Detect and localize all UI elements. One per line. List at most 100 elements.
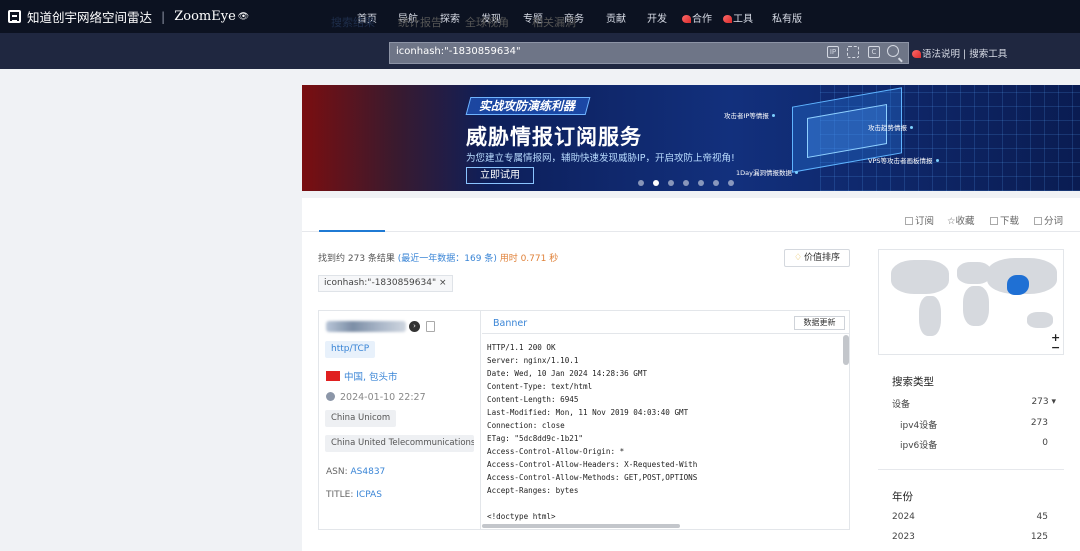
asn-row: ASN: AS4837 [326,467,385,477]
carousel-dot[interactable] [653,180,659,186]
china-highlight[interactable] [1007,275,1029,295]
data-update-button[interactable]: 数据更新 [794,316,845,330]
timestamp-text: 2024-01-10 22:27 [340,392,426,403]
filter-year-2024-count: 45 [1036,512,1048,522]
zoom-out-icon[interactable]: − [1051,342,1060,353]
try-now-button[interactable]: 立即试用 [466,167,534,184]
title-row: TITLE: ICPAS [326,490,382,500]
value-sort-button[interactable]: ♢ 价值排序 [784,249,850,267]
carousel-dot[interactable] [683,180,689,186]
download-button[interactable]: 下载 [990,213,1019,227]
hot-flag-icon [912,50,921,58]
query-time: 用时 0.771 秒 [499,254,559,264]
http-response-text: HTTP/1.1 200 OK Server: nginx/1.10.1 Dat… [487,343,698,521]
tab-statistics[interactable]: 统计报告 [398,14,442,30]
tokenize-button[interactable]: 分词 [1034,213,1063,227]
map-region [891,260,949,294]
asn-link[interactable]: AS4837 [351,467,386,477]
map-region [957,262,991,284]
clock-icon [326,392,335,401]
filter-ipv6-count: 0 [1042,438,1048,448]
banner-label: 攻击趋势情报 [868,122,913,132]
subscribe-button[interactable]: 订阅 [905,213,934,227]
search-tools-link[interactable]: 搜索工具 [969,49,1007,60]
horizontal-scrollbar[interactable] [482,524,680,528]
carousel-dot[interactable] [668,180,674,186]
banner-subtitle: 为您建立专属情报网，辅助快速发现威胁IP，开启攻防上帝视角! [466,153,735,164]
carousel-dots [638,180,734,186]
nav-explore[interactable]: 探索 [440,10,460,25]
world-map[interactable] [878,249,1064,355]
open-detail-icon[interactable]: › [409,321,420,332]
filter-year-2023[interactable]: 2023 [892,532,915,542]
tokenize-icon [1034,217,1042,225]
banner-tab[interactable]: Banner [493,318,527,329]
title-link[interactable]: ICPAS [356,490,382,500]
map-region [963,286,989,326]
nav-contribute[interactable]: 贡献 [606,10,626,25]
title-label: TITLE: [326,490,357,500]
nav-cooperate[interactable]: 合作 [682,10,712,25]
nav-tools[interactable]: 工具 [723,10,753,25]
map-zoom-controls[interactable]: + − [1051,332,1060,353]
filter-ipv6[interactable]: ipv6设备 [900,438,937,451]
ip-search-icon[interactable]: IP [827,46,839,58]
face-search-icon[interactable] [847,46,859,58]
isp-tag[interactable]: China Unicom [325,410,397,427]
map-region [1027,312,1053,328]
query-tag[interactable]: iconhash:"-1830859634" × [318,275,453,292]
hot-flag-icon [723,15,732,23]
copy-icon[interactable] [426,321,435,332]
tab-global-view[interactable]: 全球视角 [465,14,509,30]
banner-title: 威胁情报订阅服务 [466,125,642,149]
map-region [919,296,941,336]
nav-tools-label: 工具 [733,14,753,25]
carousel-dot[interactable] [638,180,644,186]
favorite-label: 收藏 [955,216,975,227]
logo-separator: | [161,9,166,24]
protocol-badge[interactable]: http/TCP [325,341,376,358]
diamond-icon: ♢ [793,253,803,263]
banner-label: VPS等攻击者画板情报 [868,155,939,165]
active-tab-indicator [319,230,385,232]
nav-develop[interactable]: 开发 [647,10,667,25]
sort-label: 价值排序 [804,253,841,263]
org-tag[interactable]: China United Telecommunications Co... [325,435,474,452]
tab-related-vulns[interactable]: 相关漏洞 [532,14,576,30]
carousel-dot[interactable] [698,180,704,186]
filter-device-count[interactable]: 273 ▾ [1016,397,1056,407]
search-icon[interactable] [887,45,899,57]
filter-year-2023-count: 125 [1030,532,1048,542]
location[interactable]: 中国, 包头市 [326,369,398,383]
cert-search-icon[interactable]: C [868,46,880,58]
ip-address-redacted[interactable] [326,321,406,332]
search-links-separator: | [963,49,967,60]
promo-banner[interactable]: 实战攻防演练利器 威胁情报订阅服务 为您建立专属情报网，辅助快速发现威胁IP，开… [302,85,1080,191]
star-icon: ☆ [947,216,956,227]
syntax-help-link[interactable]: 语法说明 [922,49,960,60]
result-count: 找到约 273 条结果 [318,254,395,264]
logo[interactable]: 知道创宇网络空间雷达 | ZoomEye 👁 [8,7,249,26]
vertical-scrollbar[interactable] [843,335,849,365]
sidebar-divider [878,469,1064,470]
banner-tag: 实战攻防演练利器 [465,97,591,115]
filter-device[interactable]: 设备 [892,397,910,410]
asn-label: ASN: [326,467,351,477]
tab-search-results[interactable]: 搜索结果 [331,14,375,30]
carousel-dot[interactable] [728,180,734,186]
timestamp: 2024-01-10 22:27 [326,392,426,403]
filter-ipv4[interactable]: ipv4设备 [900,418,937,431]
eye-icon: 👁 [237,11,250,22]
location-text: 中国, 包头市 [344,372,398,383]
carousel-dot[interactable] [713,180,719,186]
download-label: 下载 [1000,216,1020,227]
result-summary: 找到约 273 条结果 (最近一年数据：169 条) 用时 0.771 秒 [318,251,558,264]
banner-label: 1Day漏洞情报数据 [736,167,798,177]
favorite-button[interactable]: ☆收藏 [947,213,975,227]
filter-ipv4-count: 273 [1030,418,1048,428]
filter-year-2024[interactable]: 2024 [892,512,915,522]
download-icon [990,217,998,225]
recent-year-count[interactable]: (最近一年数据：169 条) [398,254,497,264]
banner-label: 攻击者IP等情报 [724,110,775,120]
nav-private[interactable]: 私有版 [772,10,802,25]
